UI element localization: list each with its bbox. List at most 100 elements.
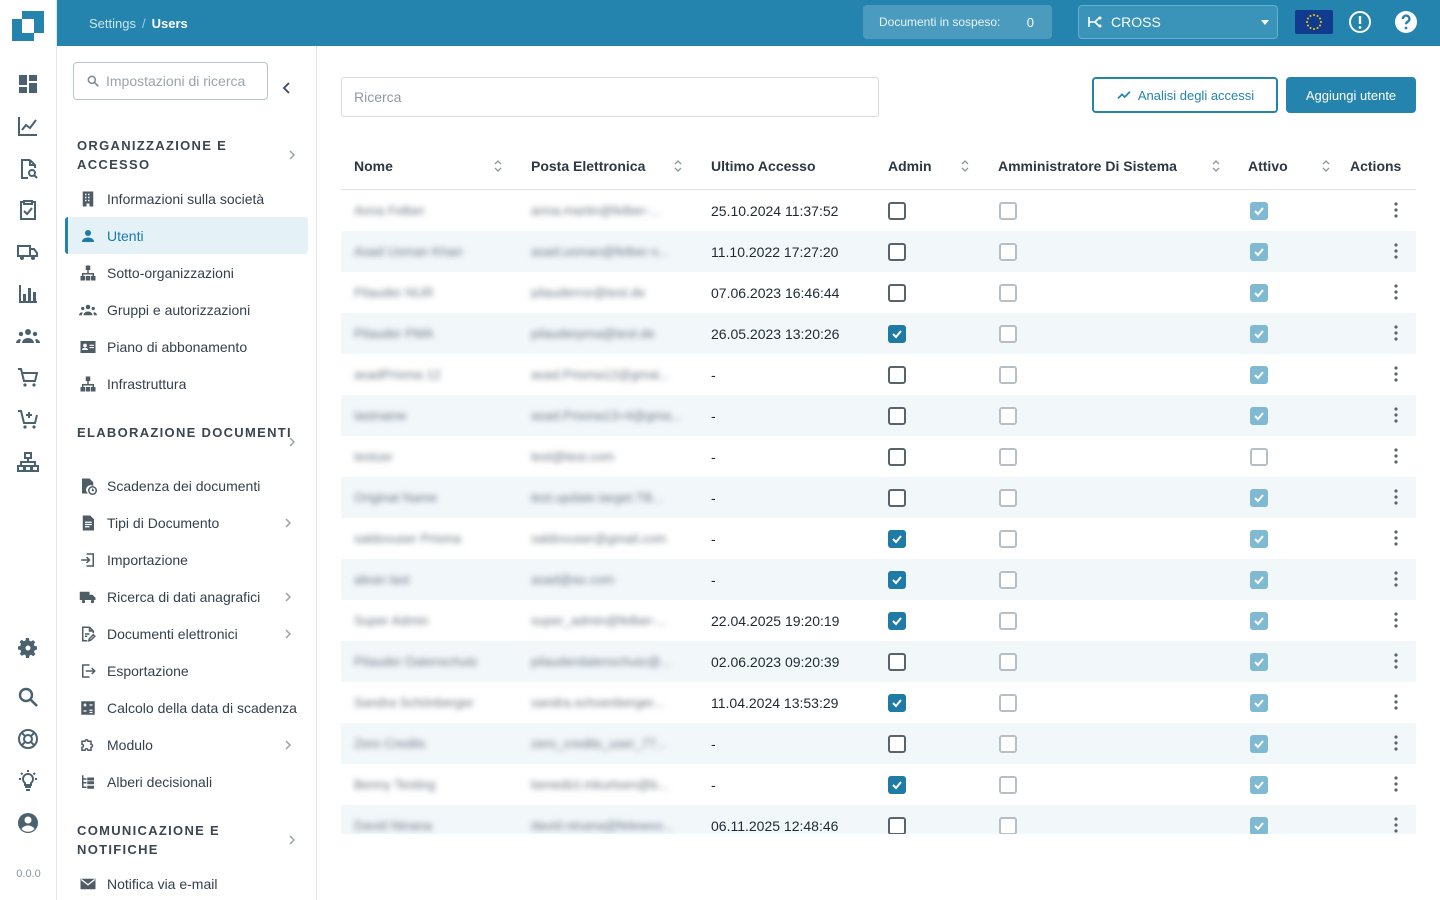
bar-chart-icon[interactable] [16,282,40,306]
section-elaborazione[interactable]: Elaborazione documenti [77,423,297,442]
more-actions-icon[interactable] [1394,571,1398,587]
table-row[interactable]: Original Name test.update.target.TB... - [341,477,1416,518]
settings-search-input[interactable]: Impostazioni di ricerca [73,62,268,100]
sidebar-item-document-expiry[interactable]: Scadenza dei documenti [65,467,308,504]
admin-checkbox[interactable] [888,201,906,220]
cart-add-icon[interactable] [16,408,40,432]
sidebar-item-subscription[interactable]: Piano di abbonamento [65,328,308,365]
sort-icon[interactable] [1322,160,1330,172]
admin-checkbox[interactable] [888,693,906,712]
eu-flag-icon[interactable] [1295,10,1333,34]
account-icon[interactable] [16,811,40,835]
more-actions-icon[interactable] [1394,612,1398,628]
app-logo[interactable] [12,11,44,43]
admin-checkbox[interactable] [888,447,906,466]
section-organizzazione[interactable]: Organizzazione e accesso [77,136,297,174]
truck-icon[interactable] [16,240,40,264]
admin-checkbox[interactable] [888,734,906,753]
more-actions-icon[interactable] [1394,284,1398,300]
sidebar-item-users[interactable]: Utenti [65,217,308,254]
collapse-sidebar-icon[interactable] [279,80,295,96]
access-analytics-button[interactable]: Analisi degli accessi [1092,77,1278,113]
sort-icon[interactable] [674,160,682,172]
more-actions-icon[interactable] [1394,489,1398,505]
pending-documents[interactable]: Documenti in sospeso: 0 [863,5,1052,39]
sidebar-item-decision-trees[interactable]: Alberi decisionali [65,763,308,800]
table-row[interactable]: Super Admin super_admin@felber-... 22.04.2… [341,600,1416,641]
more-actions-icon[interactable] [1394,243,1398,259]
more-actions-icon[interactable] [1394,407,1398,423]
table-row[interactable]: Zero Credits zero_credits_user_77... - [341,723,1416,764]
sidebar-item-email-notification[interactable]: Notifica via e-mail [65,865,308,900]
table-row[interactable]: David Ninana david.ninana@felewoo... 06.11… [341,805,1416,834]
dashboard-icon[interactable] [16,72,40,96]
people-icon[interactable] [16,324,40,348]
admin-checkbox[interactable] [888,816,906,834]
table-row[interactable]: Pilauder Datenschutz pilauderdatenschutz@… [341,641,1416,682]
clipboard-check-icon[interactable] [16,198,40,222]
sort-icon[interactable] [1212,160,1220,172]
alert-circle-icon[interactable] [1348,10,1372,34]
more-actions-icon[interactable] [1394,817,1398,833]
admin-checkbox[interactable] [888,242,906,261]
table-row[interactable]: Pilauder NUR pilauderror@test.de 07.06.202… [341,272,1416,313]
more-actions-icon[interactable] [1394,776,1398,792]
help-icon[interactable] [1394,10,1418,34]
admin-checkbox[interactable] [888,324,906,343]
sidebar-item-export[interactable]: Esportazione [65,652,308,689]
more-actions-icon[interactable] [1394,653,1398,669]
column-header-last-access[interactable]: Ultimo Accesso [711,142,816,190]
sidebar-item-infrastructure[interactable]: Infrastruttura [65,365,308,402]
table-row[interactable]: Sandra Schönberger sandra.schoenberger...… [341,682,1416,723]
sitemap-icon[interactable] [16,450,40,474]
more-actions-icon[interactable] [1394,694,1398,710]
support-icon[interactable] [16,727,40,751]
user-search-input[interactable]: Ricerca [341,77,879,117]
tenant-select[interactable]: CROSS [1078,5,1278,39]
column-header-email[interactable]: Posta Elettronica [531,142,645,190]
sort-icon[interactable] [961,160,969,172]
document-search-icon[interactable] [16,157,40,181]
more-actions-icon[interactable] [1394,202,1398,218]
cart-icon[interactable] [16,366,40,390]
table-row[interactable]: saldovuser Prisma saldovuser@gmail.com - [341,518,1416,559]
more-actions-icon[interactable] [1394,325,1398,341]
table-row[interactable]: alean last asad@ax.com - [341,559,1416,600]
lightbulb-icon[interactable] [16,769,40,793]
table-row[interactable]: Pilauder PMA pilauderpma@test.de 26.05.202… [341,313,1416,354]
sidebar-item-e-documents[interactable]: Documenti elettronici [65,615,308,652]
table-row[interactable]: testusr test@test.com - [341,436,1416,477]
admin-checkbox[interactable] [888,570,906,589]
chart-line-icon[interactable] [16,114,40,138]
more-actions-icon[interactable] [1394,366,1398,382]
sidebar-item-expiry-calculation[interactable]: Calcolo della data di scadenza [65,689,308,726]
admin-checkbox[interactable] [888,652,906,671]
table-row[interactable]: Asad Usman Khan asad.usman@felber-s... 11.… [341,231,1416,272]
column-header-admin[interactable]: Admin [888,142,932,190]
sort-icon[interactable] [494,160,502,172]
admin-checkbox[interactable] [888,775,906,794]
more-actions-icon[interactable] [1394,735,1398,751]
admin-checkbox[interactable] [888,611,906,630]
admin-checkbox[interactable] [888,365,906,384]
add-user-button[interactable]: Aggiungi utente [1286,77,1416,113]
table-row[interactable]: asadPrisma 12 asad.Prisma12@gmai... - [341,354,1416,395]
sidebar-item-module[interactable]: Modulo [65,726,308,763]
sidebar-item-master-data-search[interactable]: Ricerca di dati anagrafici [65,578,308,615]
column-header-active[interactable]: Attivo [1248,142,1288,190]
sidebar-item-groups[interactable]: Gruppi e autorizzazioni [65,291,308,328]
section-comunicazione[interactable]: Comunicazione e notifiche [77,821,297,859]
column-header-sysadmin[interactable]: Amministratore Di Sistema [998,142,1177,190]
admin-checkbox[interactable] [888,406,906,425]
table-row[interactable]: Benny Testing benedict.mkurtsen@b... - [341,764,1416,805]
sidebar-item-sub-organizations[interactable]: Sotto-organizzazioni [65,254,308,291]
admin-checkbox[interactable] [888,488,906,507]
sidebar-item-company-info[interactable]: Informazioni sulla società [65,180,308,217]
settings-icon[interactable] [16,636,40,660]
admin-checkbox[interactable] [888,529,906,548]
more-actions-icon[interactable] [1394,530,1398,546]
breadcrumb-settings[interactable]: Settings [89,16,136,31]
column-header-name[interactable]: Nome [354,142,393,190]
sidebar-item-document-types[interactable]: Tipi di Documento [65,504,308,541]
more-actions-icon[interactable] [1394,448,1398,464]
